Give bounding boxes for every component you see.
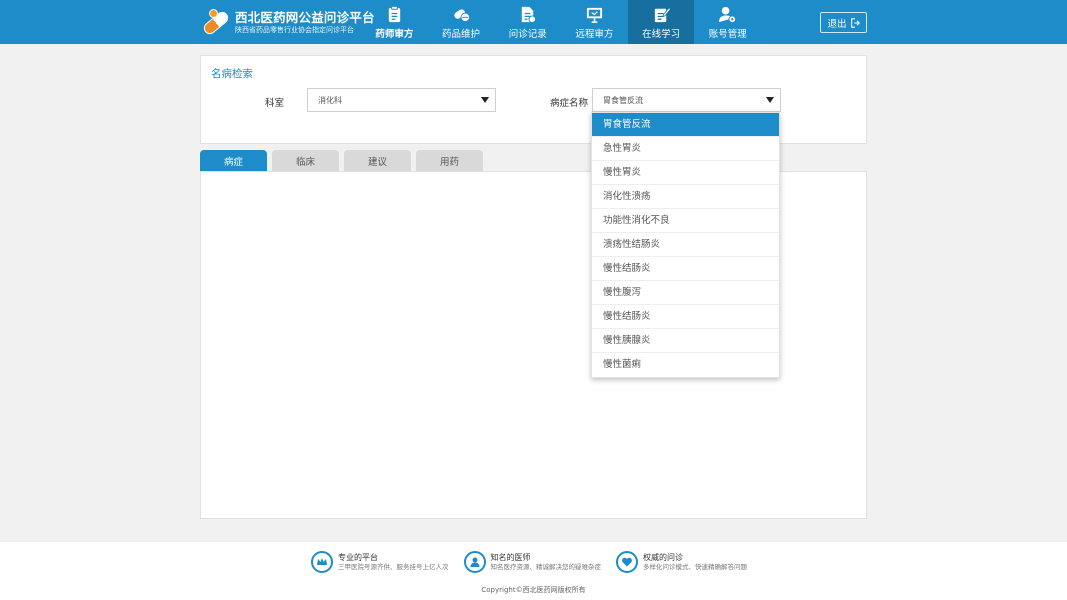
nav-label: 账号管理 — [708, 29, 747, 40]
brand[interactable]: 西北医药网公益问诊平台 陕西省药品零售行业协会指定问诊平台 — [200, 7, 375, 37]
department-select[interactable]: 消化科 — [307, 88, 496, 112]
copyright: Copyright©西北医药网版权所有 — [481, 586, 586, 594]
dropdown-option[interactable]: 消化性溃疡 — [592, 185, 779, 209]
feature-desc: 多样化问诊模式、快速精确解答问题 — [643, 563, 747, 571]
tab-clinical[interactable]: 临床 — [272, 150, 339, 171]
nav-item-pharmacist-review[interactable]: 药师审方 — [361, 0, 428, 44]
nav-label: 问诊记录 — [508, 29, 547, 40]
chevron-down-icon — [481, 97, 489, 103]
logout-icon — [850, 17, 860, 28]
heart-icon — [616, 551, 638, 573]
dropdown-option[interactable]: 慢性胰腺炎 — [592, 329, 779, 353]
disease-value: 胃食管反流 — [603, 95, 643, 105]
dropdown-option[interactable]: 溃疡性结肠炎 — [592, 233, 779, 257]
feature-professional-platform: 专业的平台 三甲医院号源齐供、服务挂号上亿人次 — [311, 551, 449, 573]
footer: 专业的平台 三甲医院号源齐供、服务挂号上亿人次 知名的医师 知名医疗资源、精诚解… — [0, 542, 1067, 600]
monitor-icon — [584, 4, 604, 24]
top-header: 西北医药网公益问诊平台 陕西省药品零售行业协会指定问诊平台 药师审方 药品维护 … — [0, 0, 1067, 44]
tab-advice[interactable]: 建议 — [344, 150, 411, 171]
brand-title: 西北医药网公益问诊平台 — [235, 9, 375, 25]
logo-icon — [200, 7, 231, 37]
dropdown-option[interactable]: 功能性消化不良 — [592, 209, 779, 233]
feature-famous-doctors: 知名的医师 知名医疗资源、精诚解决您的疑难杂症 — [463, 551, 602, 573]
dropdown-option[interactable]: 慢性腹泻 — [592, 281, 779, 305]
dropdown-option[interactable]: 慢性结肠炎 — [592, 305, 779, 329]
tab-symptoms[interactable]: 病症 — [200, 150, 267, 171]
nav-item-drug-maintenance[interactable]: 药品维护 — [428, 0, 495, 44]
doctor-icon — [463, 551, 486, 573]
feature-desc: 三甲医院号源齐供、服务挂号上亿人次 — [338, 563, 449, 571]
feature-title: 权威的问诊 — [643, 553, 683, 562]
nav-label: 药品维护 — [442, 29, 481, 40]
dropdown-option[interactable]: 慢性结肠炎 — [592, 257, 779, 281]
nav-item-online-learning[interactable]: 在线学习 — [627, 0, 695, 44]
chevron-down-icon — [766, 97, 774, 103]
dropdown-option[interactable]: 慢性菌痢 — [592, 353, 779, 377]
crown-icon — [311, 551, 333, 573]
brand-subtitle: 陕西省药品零售行业协会指定问诊平台 — [235, 25, 354, 34]
user-settings-icon — [718, 4, 738, 24]
edit-book-icon — [651, 4, 671, 24]
disease-label: 病症名称 — [550, 98, 589, 109]
pills-icon — [451, 4, 471, 24]
nav-item-consult-records[interactable]: 问诊记录 — [494, 0, 561, 44]
nav-item-account-management[interactable]: 账号管理 — [694, 0, 761, 44]
department-value: 消化科 — [318, 95, 342, 105]
feature-authoritative-consult: 权威的问诊 多样化问诊模式、快速精确解答问题 — [616, 551, 747, 573]
disease-dropdown-list: 胃食管反流 急性胃炎 慢性胃炎 消化性溃疡 功能性消化不良 溃疡性结肠炎 慢性结… — [591, 112, 780, 378]
logout-button[interactable]: 退出 — [820, 12, 867, 33]
nav-label: 在线学习 — [642, 29, 681, 40]
department-label: 科室 — [265, 98, 285, 109]
disease-select[interactable]: 胃食管反流 — [592, 88, 781, 112]
main-nav: 药师审方 药品维护 问诊记录 远程审方 在线学习 账号管理 — [361, 0, 761, 44]
logout-label: 退出 — [827, 18, 847, 30]
nav-item-remote-review[interactable]: 远程审方 — [561, 0, 628, 44]
feature-title: 专业的平台 — [338, 553, 378, 562]
tab-medication[interactable]: 用药 — [416, 150, 483, 171]
dropdown-option[interactable]: 胃食管反流 — [592, 113, 779, 137]
panel-title: 名病检索 — [211, 68, 253, 80]
content-tabs: 病症 临床 建议 用药 — [200, 150, 483, 171]
feature-list: 专业的平台 三甲医院号源齐供、服务挂号上亿人次 知名的医师 知名医疗资源、精诚解… — [311, 551, 762, 573]
clipboard-icon — [384, 4, 404, 24]
dropdown-option[interactable]: 慢性胃炎 — [592, 161, 779, 185]
nav-label: 远程审方 — [575, 29, 614, 40]
feature-desc: 知名医疗资源、精诚解决您的疑难杂症 — [490, 563, 602, 571]
feature-title: 知名的医师 — [490, 553, 531, 562]
nav-label: 药师审方 — [375, 29, 414, 40]
dropdown-option[interactable]: 急性胃炎 — [592, 137, 779, 161]
document-icon — [518, 4, 538, 24]
